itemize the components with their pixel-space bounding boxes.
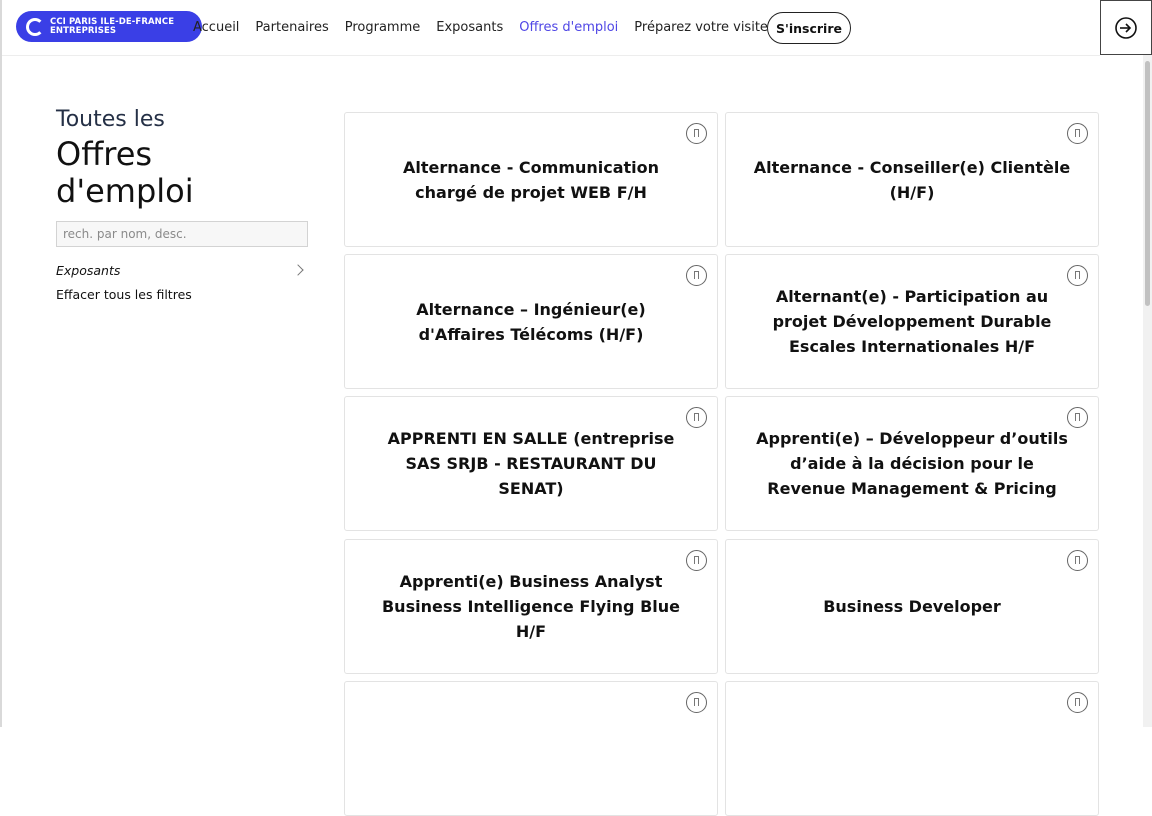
- job-card[interactable]: APPRENTI EN SALLE (entreprise SAS SRJB -…: [344, 396, 718, 531]
- bookmark-icon[interactable]: [1067, 123, 1088, 144]
- page-title-line-1: Offres: [56, 135, 153, 173]
- bookmark-icon[interactable]: [1067, 550, 1088, 571]
- job-title: Alternant(e) - Participation au projet D…: [772, 287, 1052, 356]
- nav-exposants[interactable]: Exposants: [436, 20, 503, 35]
- job-title: Alternance - Conseiller(e) Clientèle (H/…: [753, 157, 1071, 202]
- cci-logo-icon: [26, 17, 44, 36]
- bookmark-icon[interactable]: [686, 407, 707, 428]
- clear-filters-link[interactable]: Effacer tous les filtres: [56, 287, 192, 302]
- bookmark-icon[interactable]: [1067, 265, 1088, 286]
- bookmark-icon[interactable]: [686, 550, 707, 571]
- job-card[interactable]: [344, 681, 718, 816]
- bookmark-icon[interactable]: [1067, 692, 1088, 713]
- job-card[interactable]: Alternance – Ingénieur(e) d'Affaires Tél…: [344, 254, 718, 389]
- login-button[interactable]: [1100, 0, 1152, 55]
- search-input[interactable]: [56, 221, 308, 247]
- job-card[interactable]: Alternant(e) - Participation au projet D…: [725, 254, 1099, 389]
- cci-logo[interactable]: CCI PARIS ILE-DE-FRANCE ENTREPRISES: [16, 11, 202, 42]
- nav-programme[interactable]: Programme: [345, 20, 421, 35]
- sign-in-icon: [1115, 16, 1137, 39]
- job-card[interactable]: Alternance - Conseiller(e) Clientèle (H/…: [725, 112, 1099, 247]
- page-title-small: Toutes les: [56, 107, 165, 132]
- job-card[interactable]: Apprenti(e) Business Analyst Business In…: [344, 539, 718, 674]
- job-title: Alternance – Ingénieur(e) d'Affaires Tél…: [416, 299, 646, 344]
- bookmark-icon[interactable]: [686, 123, 707, 144]
- job-title: Apprenti(e) Business Analyst Business In…: [381, 572, 680, 641]
- nav-partenaires[interactable]: Partenaires: [255, 20, 328, 35]
- job-card[interactable]: [725, 681, 1099, 816]
- bookmark-icon[interactable]: [686, 265, 707, 286]
- bookmark-icon[interactable]: [1067, 407, 1088, 428]
- chevron-right-icon: [292, 264, 304, 276]
- signup-button[interactable]: S'inscrire: [767, 12, 851, 44]
- page-title-line-2: d'emploi: [56, 172, 194, 210]
- job-card[interactable]: Alternance - Communication chargé de pro…: [344, 112, 718, 247]
- nav-offres-emploi[interactable]: Offres d'emploi: [519, 20, 618, 35]
- nav-accueil[interactable]: Accueil: [193, 20, 239, 35]
- logo-line-2: ENTREPRISES: [50, 25, 117, 36]
- page-scrollbar[interactable]: [1143, 55, 1152, 727]
- page-title: Offres d'emploi: [56, 136, 194, 210]
- job-card[interactable]: Apprenti(e) – Développeur d’outils d’aid…: [725, 396, 1099, 531]
- top-navigation-bar: CCI PARIS ILE-DE-FRANCE ENTREPRISES Accu…: [2, 0, 1100, 56]
- job-title: APPRENTI EN SALLE (entreprise SAS SRJB -…: [387, 429, 675, 498]
- bookmark-icon[interactable]: [686, 692, 707, 713]
- filter-exposants[interactable]: Exposants: [56, 260, 308, 280]
- filter-exposants-label: Exposants: [56, 262, 121, 278]
- job-title: Alternance - Communication chargé de pro…: [402, 157, 660, 202]
- job-card[interactable]: Business Developer: [725, 539, 1099, 674]
- nav-preparez-visite[interactable]: Préparez votre visite: [634, 20, 768, 35]
- job-title: Apprenti(e) – Développeur d’outils d’aid…: [756, 429, 1068, 498]
- scrollbar-thumb[interactable]: [1145, 61, 1150, 306]
- main-nav: Accueil Partenaires Programme Exposants …: [193, 0, 784, 55]
- page-left-border: [0, 0, 2, 727]
- job-title: Business Developer: [823, 597, 1001, 616]
- logo-text: CCI PARIS ILE-DE-FRANCE ENTREPRISES: [50, 18, 174, 35]
